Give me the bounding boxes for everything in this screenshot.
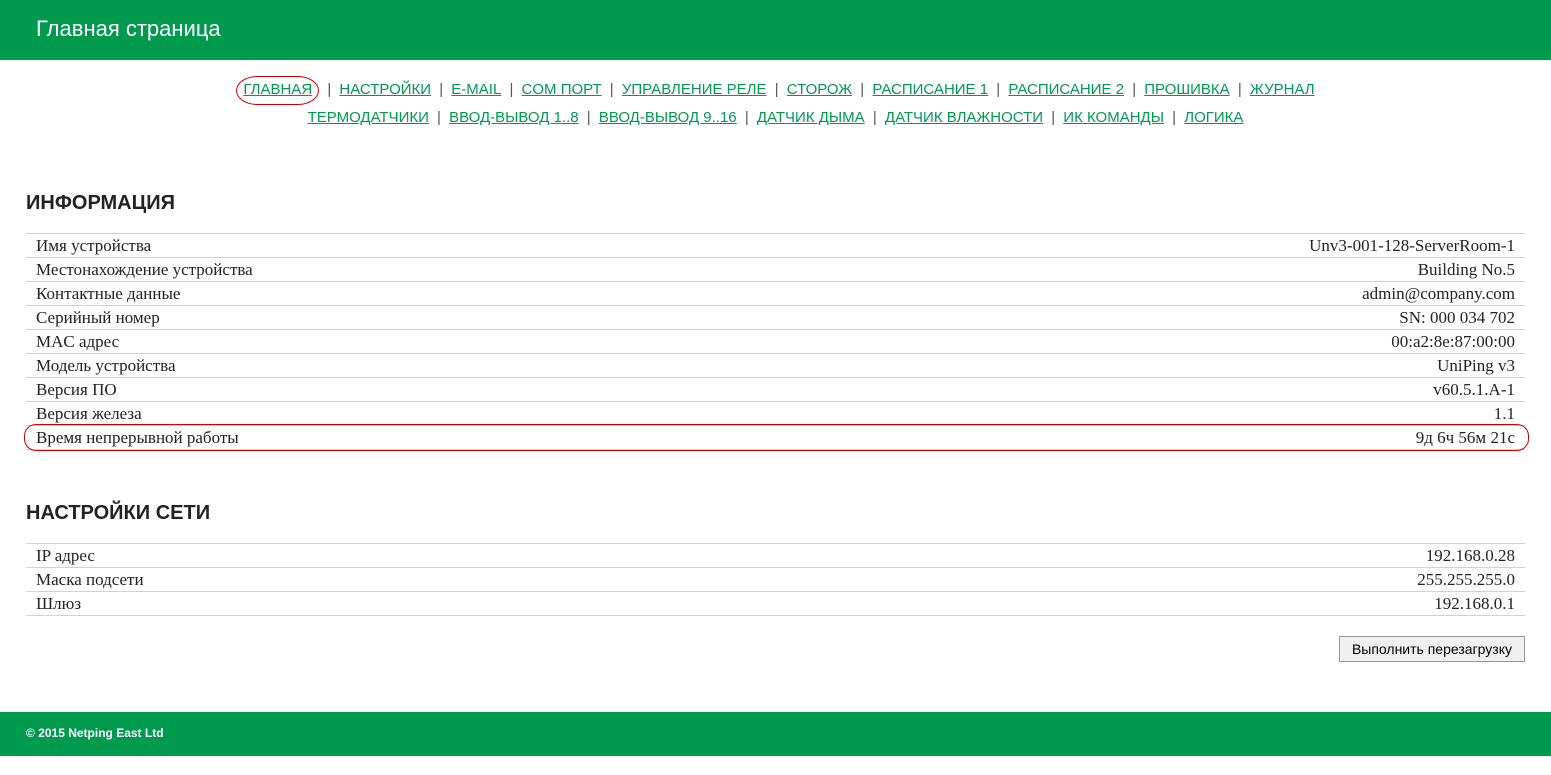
page-title: Главная страница — [36, 16, 221, 41]
nav-row-1: ГЛАВНАЯ | НАСТРОЙКИ | E-MAIL | COM ПОРТ … — [20, 76, 1531, 105]
main-nav: ГЛАВНАЯ | НАСТРОЙКИ | E-MAIL | COM ПОРТ … — [0, 60, 1551, 140]
actions-row: Выполнить перезагрузку — [0, 616, 1551, 692]
row-value: 1.1 — [793, 402, 1525, 426]
table-row: Серийный номерSN: 000 034 702 — [26, 306, 1525, 330]
nav-link-расписание-1[interactable]: РАСПИСАНИЕ 1 — [872, 81, 988, 98]
nav-separator: | — [767, 81, 787, 98]
row-value: SN: 000 034 702 — [793, 306, 1525, 330]
row-value: admin@company.com — [793, 282, 1525, 306]
row-value: 9д 6ч 56м 21с — [793, 426, 1525, 450]
nav-link-главная[interactable]: ГЛАВНАЯ — [243, 81, 312, 98]
nav-separator: | — [1164, 109, 1184, 126]
nav-link-com-порт[interactable]: COM ПОРТ — [522, 81, 602, 98]
nav-link-прошивка[interactable]: ПРОШИВКА — [1144, 81, 1229, 98]
nav-separator: | — [431, 81, 451, 98]
row-value: 255.255.255.0 — [806, 568, 1525, 592]
nav-separator: | — [1124, 81, 1144, 98]
nav-separator: | — [579, 109, 599, 126]
table-row: MAC адрес00:a2:8e:87:00:00 — [26, 330, 1525, 354]
row-value: Unv3-001-128-ServerRoom-1 — [793, 234, 1525, 258]
nav-link-настройки[interactable]: НАСТРОЙКИ — [339, 81, 431, 98]
nav-link-ик-команды[interactable]: ИК КОМАНДЫ — [1063, 109, 1164, 126]
nav-link-расписание-2[interactable]: РАСПИСАНИЕ 2 — [1008, 81, 1124, 98]
row-label: IP адрес — [26, 544, 806, 568]
nav-separator: | — [737, 109, 757, 126]
nav-link-логика[interactable]: ЛОГИКА — [1184, 109, 1243, 126]
row-value: UniPing v3 — [793, 354, 1525, 378]
nav-link-e-mail[interactable]: E-MAIL — [451, 81, 501, 98]
nav-link-ввод-вывод-9-16[interactable]: ВВОД-ВЫВОД 9..16 — [599, 109, 737, 126]
nav-row-2: ТЕРМОДАТЧИКИ | ВВОД-ВЫВОД 1..8 | ВВОД-ВЫ… — [20, 105, 1531, 131]
network-table: IP адрес192.168.0.28Маска подсети255.255… — [26, 543, 1525, 616]
row-label: Шлюз — [26, 592, 806, 616]
row-value: 192.168.0.28 — [806, 544, 1525, 568]
table-row: IP адрес192.168.0.28 — [26, 544, 1525, 568]
nav-separator: | — [319, 81, 339, 98]
table-row: Время непрерывной работы9д 6ч 56м 21с — [26, 426, 1525, 450]
row-value: 192.168.0.1 — [806, 592, 1525, 616]
row-value: 00:a2:8e:87:00:00 — [793, 330, 1525, 354]
table-row: Модель устройстваUniPing v3 — [26, 354, 1525, 378]
nav-separator: | — [1230, 81, 1250, 98]
table-row: Имя устройстваUnv3-001-128-ServerRoom-1 — [26, 234, 1525, 258]
row-label: Местонахождение устройства — [26, 258, 793, 282]
section-info: ИНФОРМАЦИЯ Имя устройстваUnv3-001-128-Se… — [0, 192, 1551, 450]
row-label: Контактные данные — [26, 282, 793, 306]
row-label: Версия ПО — [26, 378, 793, 402]
nav-separator: | — [852, 81, 872, 98]
nav-separator: | — [1043, 109, 1063, 126]
info-heading: ИНФОРМАЦИЯ — [26, 192, 1525, 215]
nav-separator: | — [865, 109, 885, 126]
nav-separator: | — [429, 109, 449, 126]
row-label: Модель устройства — [26, 354, 793, 378]
row-value: v60.5.1.A-1 — [793, 378, 1525, 402]
nav-separator: | — [988, 81, 1008, 98]
nav-separator: | — [501, 81, 521, 98]
nav-link-термодатчики[interactable]: ТЕРМОДАТЧИКИ — [308, 109, 429, 126]
nav-link-ввод-вывод-1-8[interactable]: ВВОД-ВЫВОД 1..8 — [449, 109, 578, 126]
table-row: Местонахождение устройстваBuilding No.5 — [26, 258, 1525, 282]
nav-link-журнал[interactable]: ЖУРНАЛ — [1250, 81, 1315, 98]
table-row: Версия железа1.1 — [26, 402, 1525, 426]
table-row: Маска подсети255.255.255.0 — [26, 568, 1525, 592]
section-network: НАСТРОЙКИ СЕТИ IP адрес192.168.0.28Маска… — [0, 502, 1551, 616]
nav-link-датчик-влажности[interactable]: ДАТЧИК ВЛАЖНОСТИ — [885, 109, 1043, 126]
nav-link-датчик-дыма[interactable]: ДАТЧИК ДЫМА — [757, 109, 865, 126]
reboot-button[interactable]: Выполнить перезагрузку — [1339, 636, 1525, 662]
nav-link-highlight: ГЛАВНАЯ — [236, 76, 319, 105]
row-value: Building No.5 — [793, 258, 1525, 282]
nav-link-управление-реле[interactable]: УПРАВЛЕНИЕ РЕЛЕ — [622, 81, 767, 98]
row-label: Время непрерывной работы — [26, 426, 793, 450]
row-label: Имя устройства — [26, 234, 793, 258]
info-table: Имя устройстваUnv3-001-128-ServerRoom-1М… — [26, 233, 1525, 450]
table-row: Контактные данныеadmin@company.com — [26, 282, 1525, 306]
row-label: Маска подсети — [26, 568, 806, 592]
page-header: Главная страница — [0, 0, 1551, 60]
nav-link-сторож[interactable]: СТОРОЖ — [787, 81, 852, 98]
page-footer: © 2015 Netping East Ltd — [0, 712, 1551, 756]
table-row: Шлюз192.168.0.1 — [26, 592, 1525, 616]
row-label: Версия железа — [26, 402, 793, 426]
table-row: Версия ПОv60.5.1.A-1 — [26, 378, 1525, 402]
copyright: © 2015 Netping East Ltd — [26, 726, 164, 740]
network-heading: НАСТРОЙКИ СЕТИ — [26, 502, 1525, 525]
row-label: Серийный номер — [26, 306, 793, 330]
nav-separator: | — [602, 81, 622, 98]
row-label: MAC адрес — [26, 330, 793, 354]
